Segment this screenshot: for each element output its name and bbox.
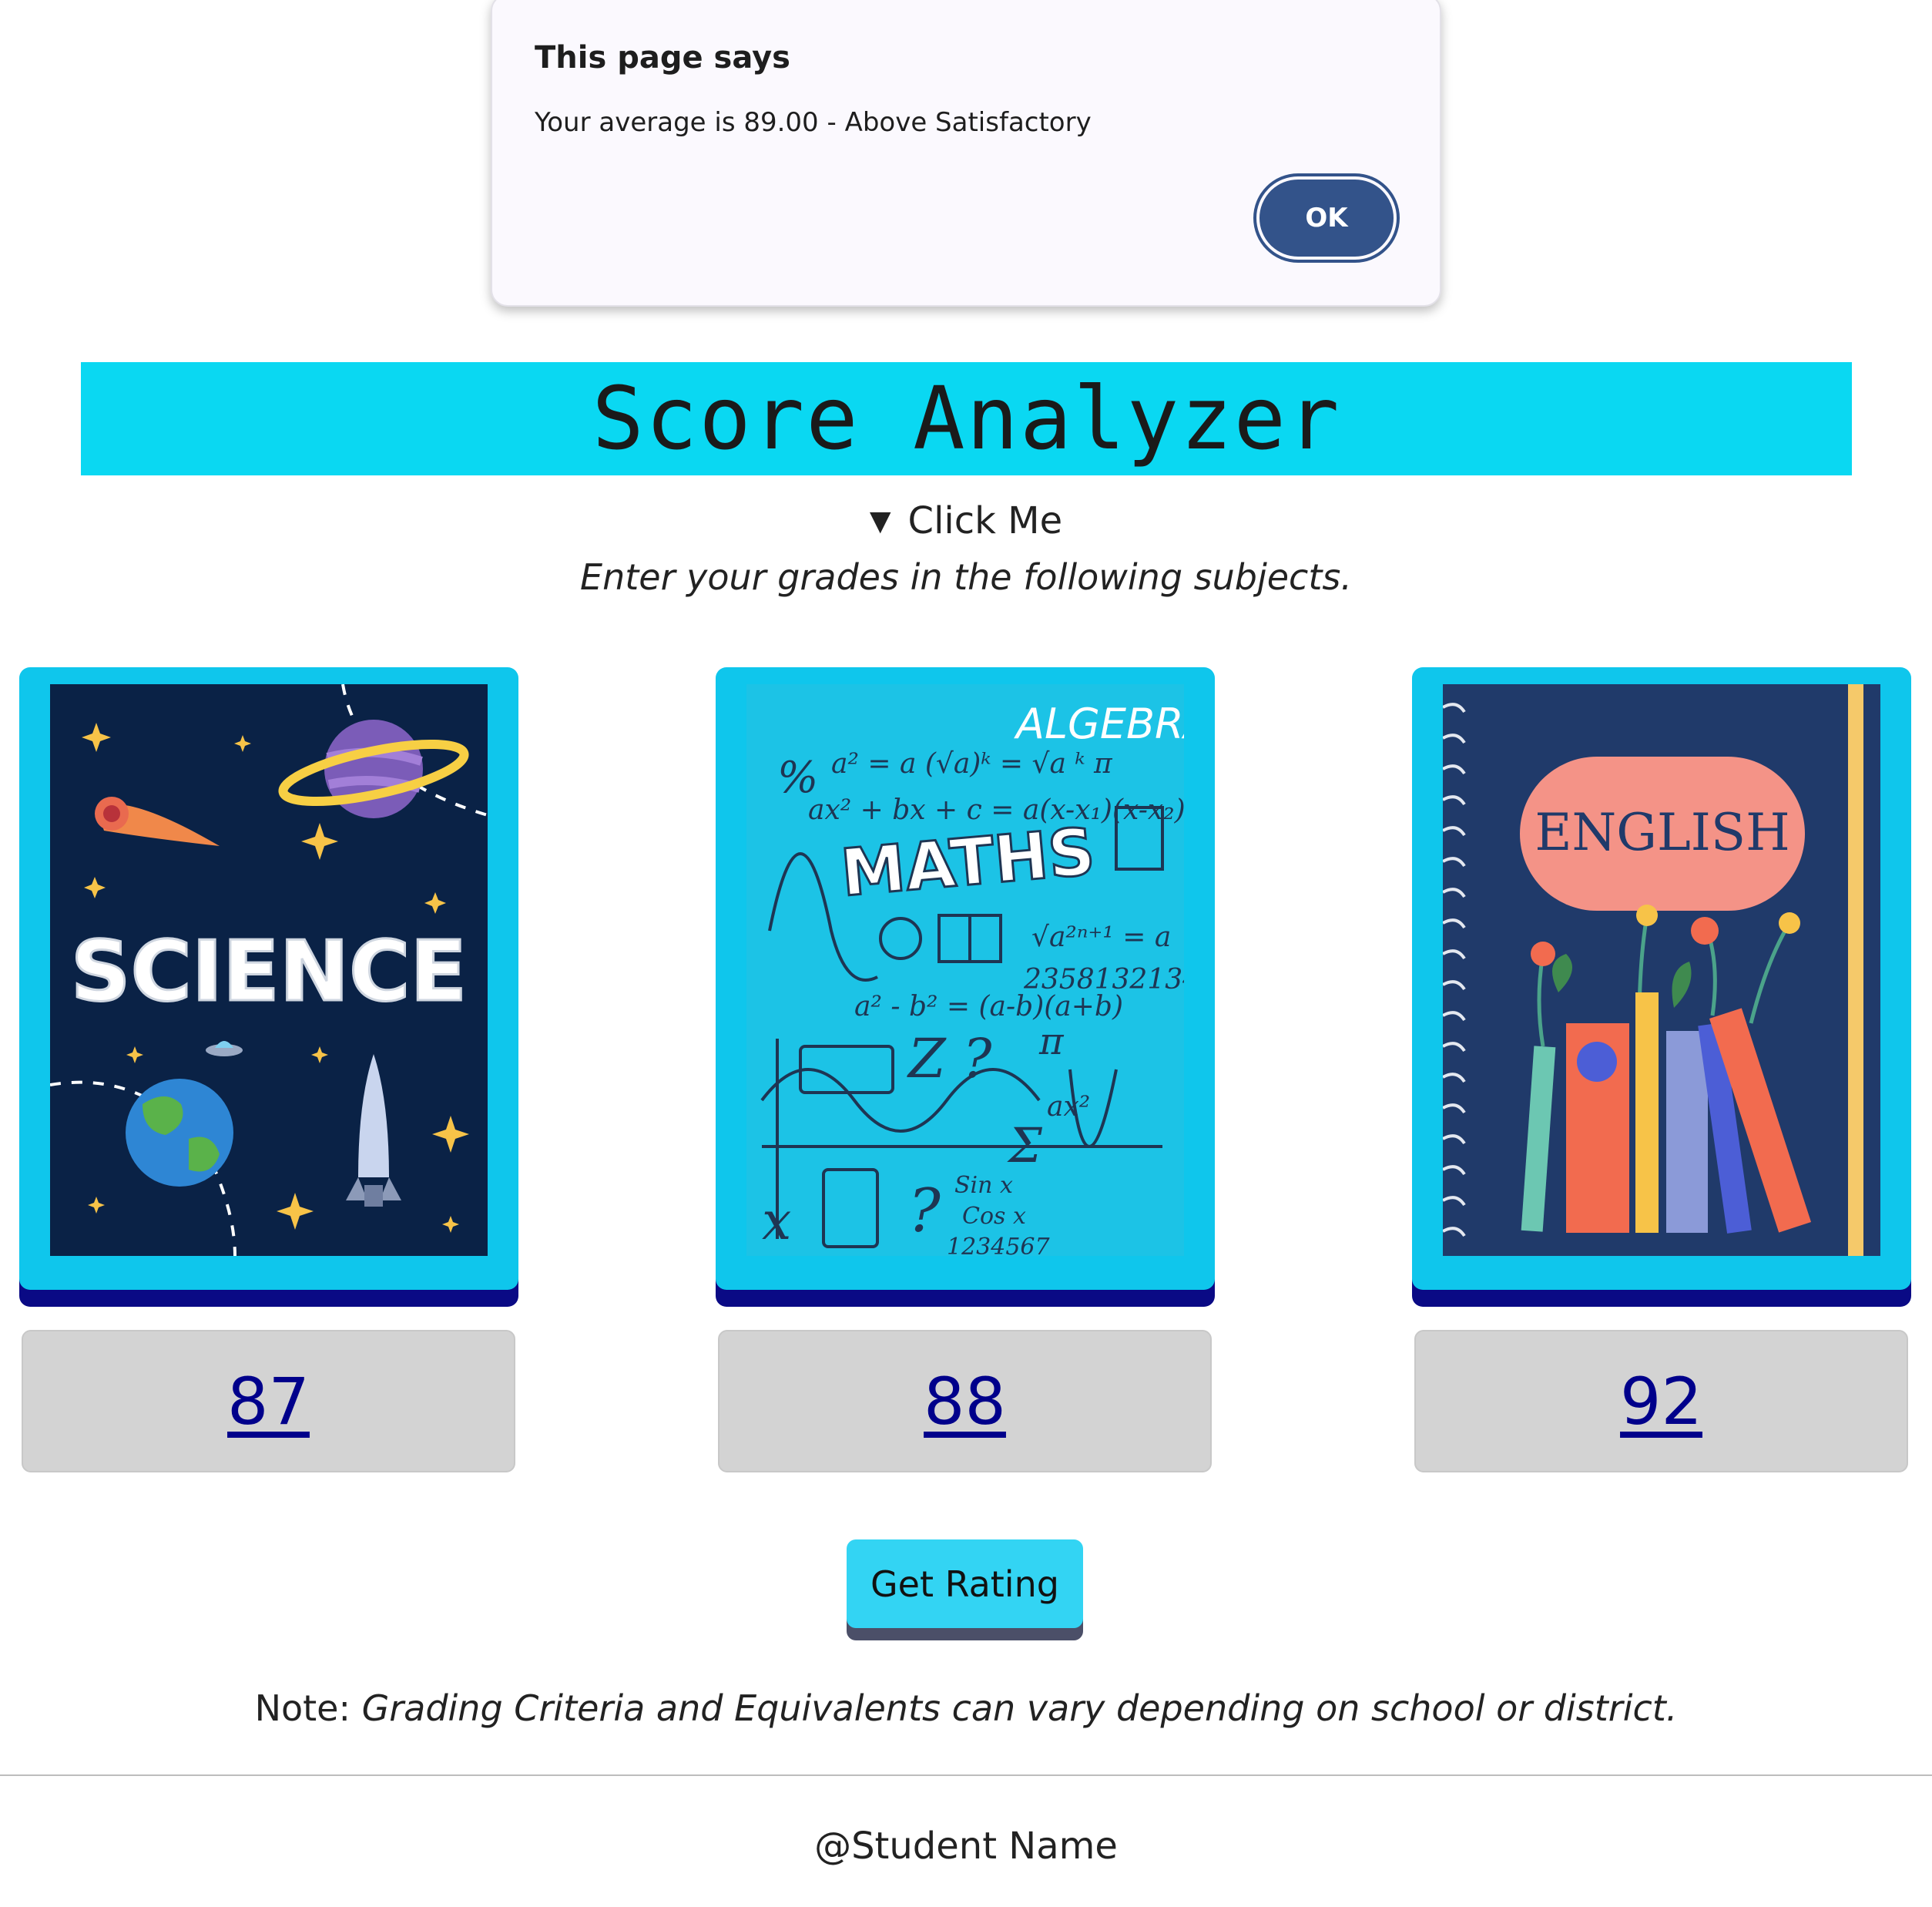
svg-text:Σ: Σ [1007,1117,1043,1173]
science-grade-input[interactable]: 87 [22,1330,515,1472]
science-cover-text: SCIENCE [71,924,467,1020]
english-cover-image: ENGLISH [1443,684,1880,1256]
header-bar: Score Analyzer [81,362,1852,475]
ok-button[interactable]: OK [1256,176,1397,260]
svg-text:ax² + bx + c = a(x-x₁)(x-x₂): ax² + bx + c = a(x-x₁)(x-x₂) [808,794,1184,826]
english-card: ENGLISH [1412,667,1911,1290]
page-title: Score Analyzer [592,368,1341,469]
science-grade-value: 87 [227,1363,310,1439]
svg-text:1234567: 1234567 [947,1234,1051,1256]
note-prefix: Note: [254,1687,362,1729]
dialog-title: This page says [535,40,790,76]
grading-note: Note: Grading Criteria and Equivalents c… [0,1687,1932,1729]
instructions-text: Enter your grades in the following subje… [580,556,1352,598]
english-cover-text: ENGLISH [1535,803,1789,862]
svg-text:Sin x: Sin x [954,1172,1013,1199]
svg-text:π: π [1038,1020,1065,1063]
svg-text:a² - b² = (a-b)(a+b): a² - b² = (a-b)(a+b) [854,991,1123,1022]
svg-text:%: % [777,753,818,803]
maths-grade-input[interactable]: 88 [718,1330,1212,1472]
footer-divider [0,1774,1932,1776]
get-rating-button[interactable]: Get Rating [847,1539,1083,1628]
details-summary-label: Click Me [907,499,1063,542]
svg-text:?: ? [908,1177,941,1246]
svg-text:2358132134 55: 2358132134 55 [1023,964,1184,995]
triangle-down-icon: ▼ [869,505,891,537]
details-summary[interactable]: ▼ Click Me [0,499,1932,542]
svg-text:√a²ⁿ⁺¹ = a: √a²ⁿ⁺¹ = a [1031,922,1171,953]
maths-grade-value: 88 [924,1363,1006,1439]
science-card: SCIENCE [19,667,518,1290]
maths-cover-subtext: ALGEBRA [1014,700,1184,748]
english-grade-input[interactable]: 92 [1414,1330,1908,1472]
svg-text:Z ?: Z ? [907,1027,992,1090]
svg-text:ax²: ax² [1047,1091,1090,1123]
dialog-message: Your average is 89.00 - Above Satisfacto… [535,107,1092,138]
svg-text:Cos x: Cos x [962,1203,1026,1230]
science-cover-image: SCIENCE [50,684,488,1256]
english-grade-value: 92 [1620,1363,1702,1439]
svg-text:a² = a (√a)ᵏ = √a ᵏ π: a² = a (√a)ᵏ = √a ᵏ π [831,748,1113,780]
alert-dialog: This page says Your average is 89.00 - A… [491,0,1441,307]
note-text: Grading Criteria and Equivalents can var… [361,1687,1678,1729]
footer-credit: @Student Name [814,1825,1118,1868]
svg-text:x: x [762,1191,791,1252]
maths-cover-image: ALGEBRA MATHS a² = a (√a)ᵏ = √a ᵏ π ax² … [746,684,1184,1256]
maths-card: ALGEBRA MATHS a² = a (√a)ᵏ = √a ᵏ π ax² … [716,667,1215,1290]
